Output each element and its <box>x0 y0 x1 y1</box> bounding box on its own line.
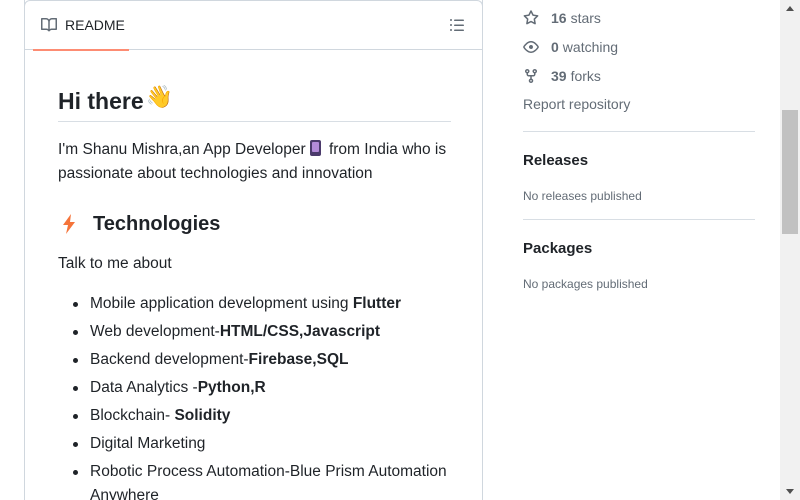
technologies-list: Mobile application development using Flu… <box>58 292 451 500</box>
list-item-text: Robotic Process Automation-Blue Prism Au… <box>90 463 447 500</box>
list-item-text: Blockchain- <box>90 407 175 424</box>
book-icon <box>41 17 57 33</box>
readme-title: Hi there 👋 <box>58 80 451 122</box>
list-item-bold: Python,R <box>197 379 266 396</box>
readme-body: Hi there 👋 I'm Shanu Mishra,an App Devel… <box>58 80 451 500</box>
list-item-bold: Solidity <box>174 407 231 424</box>
stars-count: 16 <box>551 9 567 26</box>
waving-hand-icon: 👋 <box>145 83 174 109</box>
star-icon <box>523 9 539 24</box>
forks-label: forks <box>570 67 601 84</box>
mobile-phone-icon <box>309 140 321 156</box>
list-item-bold: HTML/CSS,Javascript <box>219 323 381 340</box>
packages-note: No packages published <box>523 277 648 291</box>
list-item: Data Analytics -Python,R <box>73 376 451 400</box>
technologies-heading-text: Technologies <box>93 212 221 235</box>
intro-text-1: I'm Shanu Mishra,an App Developer <box>58 141 306 158</box>
watching-count: 0 <box>551 38 559 55</box>
sidebar-divider <box>523 131 755 132</box>
sidebar-divider <box>523 219 755 220</box>
intro-paragraph: I'm Shanu Mishra,an App Developer from I… <box>58 138 451 186</box>
forks-link[interactable]: 39 forks <box>523 61 755 90</box>
list-item: Backend development-Firebase,SQL <box>73 348 451 372</box>
forks-count: 39 <box>551 67 567 84</box>
readme-header: README <box>25 0 482 51</box>
list-item: Digital Marketing <box>73 432 451 456</box>
stars-label: stars <box>570 9 601 26</box>
releases-note: No releases published <box>523 189 642 203</box>
watching-label: watching <box>562 38 619 55</box>
readme-tab[interactable]: README <box>33 0 129 51</box>
releases-heading[interactable]: Releases <box>523 152 755 169</box>
list-item-bold: Flutter <box>352 295 402 312</box>
repo-sidebar: 16 stars 0 watching 39 forks Report repo… <box>523 0 755 291</box>
list-item-text: Data Analytics - <box>90 379 198 396</box>
scrollbar-thumb[interactable] <box>782 110 798 234</box>
high-voltage-icon <box>63 214 75 234</box>
scroll-down-arrow-icon[interactable] <box>780 483 800 500</box>
page-scrollbar[interactable] <box>780 0 800 500</box>
eye-icon <box>523 40 539 53</box>
readme-title-text: Hi there <box>58 87 144 114</box>
stars-link[interactable]: 16 stars <box>523 3 755 32</box>
talk-label: Talk to me about <box>58 255 172 272</box>
report-repository-link[interactable]: Report repository <box>523 90 755 119</box>
list-item-text: Digital Marketing <box>90 435 206 452</box>
list-item-text: Mobile application development using <box>90 295 353 312</box>
readme-card: README Hi there 👋 I'm Shanu Mishra,an Ap… <box>24 0 483 500</box>
watching-link[interactable]: 0 watching <box>523 32 755 61</box>
readme-tab-label: README <box>65 17 125 33</box>
repo-forked-icon <box>525 68 537 83</box>
list-item: Mobile application development using Flu… <box>73 292 451 316</box>
list-item: Blockchain- Solidity <box>73 404 451 428</box>
list-item: Robotic Process Automation-Blue Prism Au… <box>73 460 451 500</box>
list-icon[interactable] <box>449 17 465 33</box>
list-item-text: Web development- <box>90 323 220 340</box>
technologies-heading: Technologies <box>58 210 451 238</box>
scroll-up-arrow-icon[interactable] <box>780 0 800 17</box>
list-item-text: Backend development- <box>90 351 249 368</box>
list-item-bold: Firebase,SQL <box>248 351 349 368</box>
packages-heading[interactable]: Packages <box>523 240 755 257</box>
list-item: Web development-HTML/CSS,Javascript <box>73 320 451 344</box>
